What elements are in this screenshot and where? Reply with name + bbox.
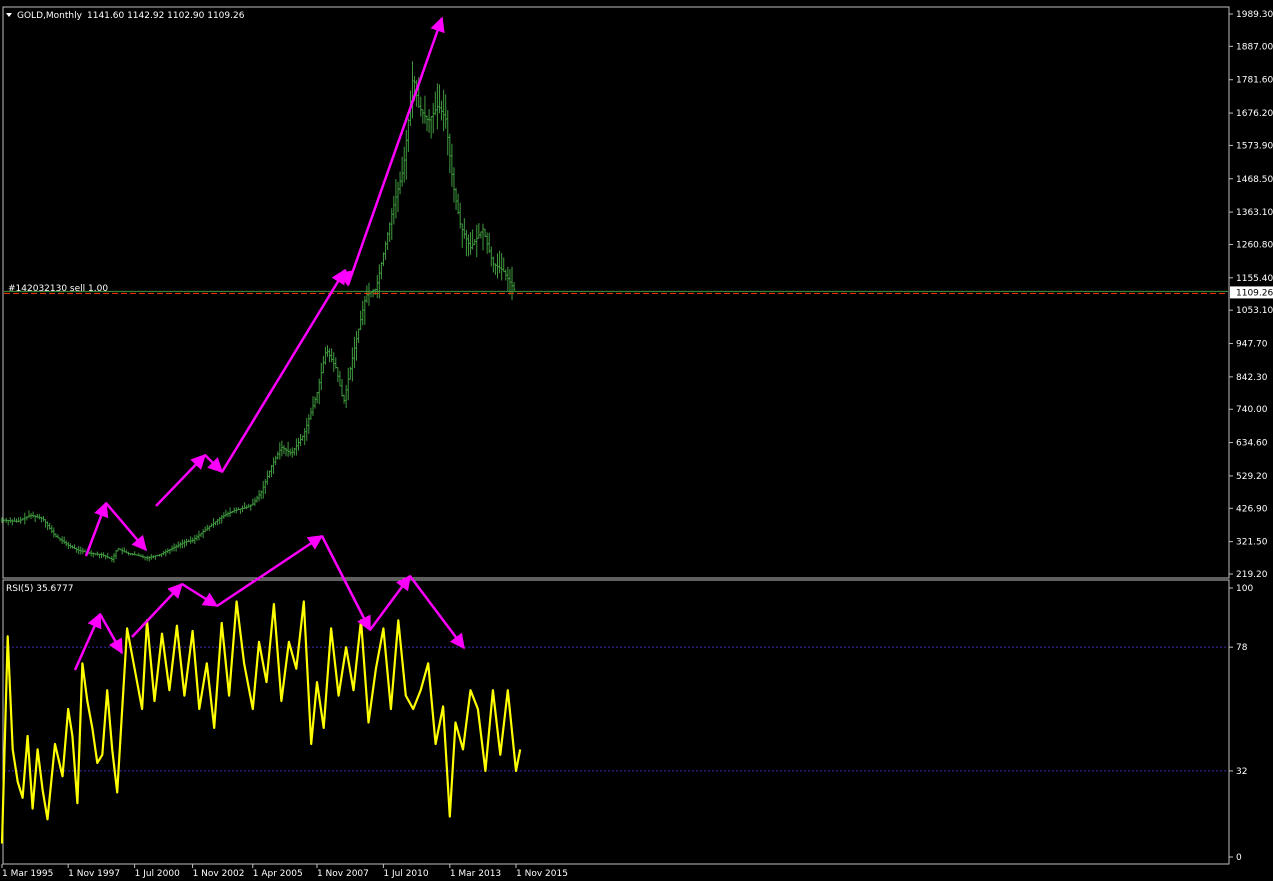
collapse-triangle-icon[interactable] xyxy=(6,13,12,17)
price-tick-label: 1573.90 xyxy=(1236,141,1273,151)
price-tick-label: 842.30 xyxy=(1236,373,1268,383)
trend-arrow xyxy=(320,535,372,632)
trend-arrow xyxy=(409,575,465,650)
price-tick-label: 321.50 xyxy=(1236,538,1268,548)
rsi-panel-frame xyxy=(2,579,1230,865)
trend-arrow xyxy=(131,582,184,638)
price-tick-label: 1468.50 xyxy=(1236,175,1273,185)
rsi-tick-label: 32 xyxy=(1236,767,1247,777)
time-tick-label: 1 Nov 2015 xyxy=(516,869,568,879)
rsi-tick-label: 78 xyxy=(1236,643,1248,653)
trend-arrow xyxy=(98,613,124,655)
rsi-tick-label: 0 xyxy=(1236,853,1242,863)
price-bars xyxy=(0,61,516,563)
time-axis: 1 Mar 1995 1 Nov 1997 1 Jul 2000 1 Nov 2002… xyxy=(1,864,568,879)
order-line[interactable] xyxy=(4,290,1228,294)
time-tick-label: 1 Nov 2002 xyxy=(193,869,245,879)
price-axis: 1989.30 1887.00 1781.60 1676.20 1573.90 1468.… xyxy=(1229,10,1273,580)
price-tick-label: 1781.60 xyxy=(1236,76,1273,86)
price-tick-label: 1363.10 xyxy=(1236,208,1273,218)
chart-canvas: GOLD,Monthly 1141.60 1142.92 1102.90 110… xyxy=(0,6,1273,879)
trend-arrows xyxy=(73,16,465,671)
time-tick-label: 1 Jul 2010 xyxy=(383,869,428,879)
symbol-label: GOLD,Monthly xyxy=(17,11,83,21)
price-tick-label: 1155.40 xyxy=(1236,274,1273,284)
trend-arrow xyxy=(181,582,219,608)
trend-arrow xyxy=(346,16,445,286)
current-price-label: 1109.26 xyxy=(1236,288,1273,298)
price-tick-label: 1053.10 xyxy=(1236,306,1273,316)
trend-arrow xyxy=(155,453,207,507)
price-tick-label: 426.90 xyxy=(1236,504,1268,514)
trend-arrow xyxy=(73,612,102,671)
time-tick-label: 1 Nov 1997 xyxy=(68,869,120,879)
trend-arrow xyxy=(368,574,412,631)
price-panel-frame xyxy=(2,6,1230,579)
trend-arrow xyxy=(220,268,347,473)
time-tick-label: 1 Mar 1995 xyxy=(2,869,53,879)
time-tick-label: 1 Jul 2000 xyxy=(135,869,180,879)
trend-arrow xyxy=(84,501,109,557)
price-tick-label: 529.20 xyxy=(1236,472,1268,482)
price-tick-label: 634.60 xyxy=(1236,439,1268,449)
price-tick-label: 219.20 xyxy=(1236,570,1268,580)
rsi-line xyxy=(0,600,522,844)
price-tick-label: 1887.00 xyxy=(1236,42,1273,52)
price-tick-label: 947.70 xyxy=(1236,340,1268,350)
time-tick-label: 1 Mar 2013 xyxy=(450,869,501,879)
price-tick-label: 740.00 xyxy=(1236,405,1268,415)
rsi-header: RSI(5) 35.6777 xyxy=(6,584,73,594)
ohlc-label: 1141.60 1142.92 1102.90 1109.26 xyxy=(87,11,245,21)
trend-arrow xyxy=(216,534,324,608)
price-tick-label: 1989.30 xyxy=(1236,10,1273,20)
time-tick-label: 1 Nov 2007 xyxy=(317,869,369,879)
trend-arrow xyxy=(105,502,147,552)
price-tick-label: 1676.20 xyxy=(1236,109,1273,119)
trend-arrow xyxy=(204,454,224,474)
time-tick-label: 1 Apr 2005 xyxy=(253,869,303,879)
price-tick-label: 1260.80 xyxy=(1236,240,1273,250)
rsi-series xyxy=(0,600,522,844)
rsi-axis: 100 78 32 0 xyxy=(1229,584,1253,863)
order-label[interactable]: #142032130 sell 1.00 xyxy=(8,284,108,294)
rsi-tick-label: 100 xyxy=(1236,584,1253,594)
